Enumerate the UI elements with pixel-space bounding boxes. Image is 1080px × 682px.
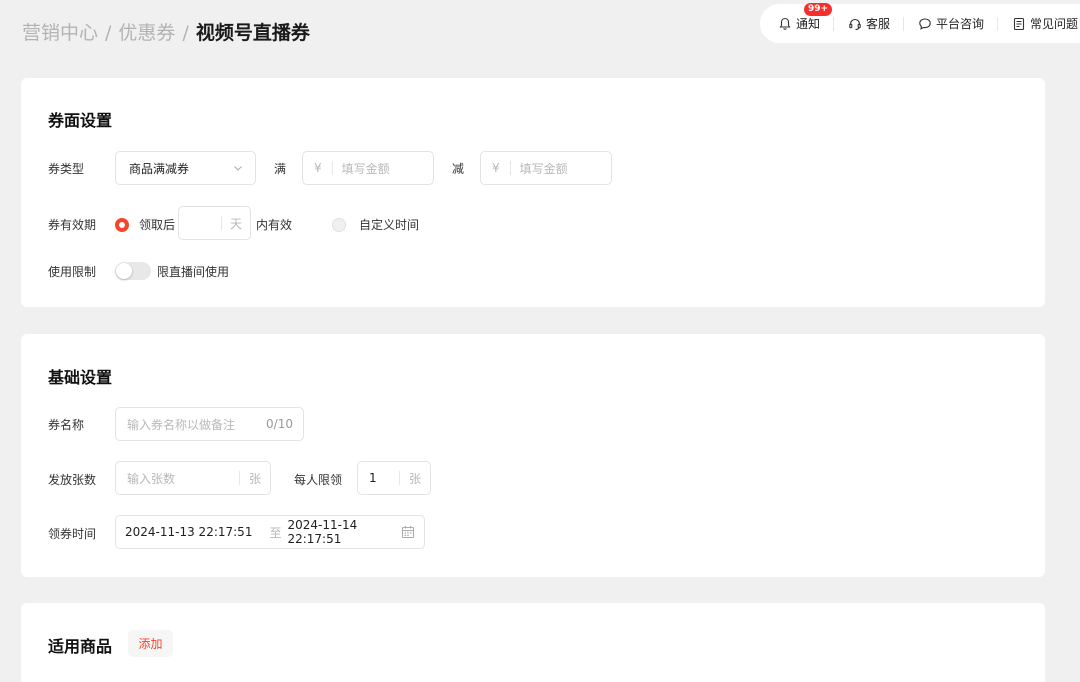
quantity-label: 发放张数 bbox=[48, 473, 97, 487]
coupon-type-select[interactable]: 商品满减券 bbox=[115, 151, 256, 185]
breadcrumb-item-marketing[interactable]: 营销中心 bbox=[22, 22, 98, 44]
claim-time-range-picker[interactable]: 2024-11-13 22:17:51 至 2024-11-14 22:17:5… bbox=[115, 515, 425, 549]
applicable-products-title: 适用商品 bbox=[48, 637, 113, 656]
consult-button[interactable]: 平台咨询 bbox=[918, 15, 999, 32]
days-unit: 天 bbox=[229, 216, 242, 231]
input-divider bbox=[238, 471, 240, 485]
basic-settings-title: 基础设置 bbox=[48, 368, 113, 387]
coupon-face-card: 券面设置 券类型 商品满减券 满 ¥ 填写金额 减 ¥ 填写金额 券有效期 领取… bbox=[21, 78, 1045, 307]
service-button[interactable]: 客服 bbox=[848, 15, 905, 32]
document-icon bbox=[1013, 17, 1025, 30]
minus-amount-input[interactable]: ¥ 填写金额 bbox=[480, 151, 612, 185]
custom-time-label: 自定义时间 bbox=[359, 218, 420, 232]
chevron-down-icon bbox=[234, 166, 242, 171]
breadcrumb-separator: / bbox=[105, 22, 112, 44]
quantity-input[interactable]: 输入张数 张 bbox=[115, 461, 271, 495]
quantity-placeholder: 输入张数 bbox=[127, 471, 176, 486]
input-divider bbox=[331, 161, 333, 175]
radio-after-claim[interactable] bbox=[115, 218, 129, 232]
claim-time-label: 领券时间 bbox=[48, 527, 97, 541]
per-person-input[interactable]: 1 张 bbox=[357, 461, 431, 495]
notify-button[interactable]: 通知 99+ bbox=[778, 3, 835, 32]
full-amount-placeholder: 填写金额 bbox=[341, 161, 390, 176]
full-amount-input[interactable]: ¥ 填写金额 bbox=[302, 151, 434, 185]
restriction-label: 使用限制 bbox=[48, 265, 97, 279]
quantity-unit: 张 bbox=[248, 471, 261, 486]
coupon-face-title: 券面设置 bbox=[48, 111, 113, 130]
coupon-name-placeholder: 输入券名称以做备注 bbox=[127, 417, 236, 432]
coupon-type-selected: 商品满减券 bbox=[129, 161, 190, 176]
calendar-icon bbox=[402, 526, 414, 538]
consult-label: 平台咨询 bbox=[936, 17, 985, 31]
char-counter: 0/10 bbox=[266, 417, 293, 431]
service-label: 客服 bbox=[866, 17, 891, 31]
faq-button[interactable]: 常见问题 bbox=[1012, 15, 1080, 32]
breadcrumb-item-coupons[interactable]: 优惠券 bbox=[118, 22, 175, 44]
coupon-name-label: 券名称 bbox=[48, 418, 85, 432]
per-person-value: 1 bbox=[369, 471, 377, 485]
per-person-label: 每人限领 bbox=[294, 473, 343, 487]
valid-suffix-label: 内有效 bbox=[256, 218, 293, 232]
input-divider bbox=[398, 471, 400, 485]
live-room-toggle[interactable] bbox=[115, 262, 151, 280]
headset-icon bbox=[849, 18, 861, 30]
end-time: 2024-11-14 22:17:51 bbox=[287, 518, 358, 546]
notify-badge: 99+ bbox=[804, 3, 833, 16]
basic-settings-card: 基础设置 券名称 输入券名称以做备注 0/10 发放张数 输入张数 张 每人限领… bbox=[21, 334, 1045, 577]
breadcrumb-separator: / bbox=[182, 22, 189, 44]
coupon-type-label: 券类型 bbox=[48, 162, 85, 176]
applicable-products-card: 适用商品 添加 bbox=[21, 603, 1045, 682]
add-product-button[interactable]: 添加 bbox=[128, 630, 173, 657]
input-divider bbox=[509, 161, 511, 175]
bell-icon bbox=[779, 17, 791, 30]
full-label: 满 bbox=[274, 162, 287, 176]
page: 营销中心 / 优惠券 / 视频号直播券 通知 99+ 客服 平台咨询 常见问题 … bbox=[0, 0, 1080, 682]
range-separator: 至 bbox=[269, 525, 282, 540]
breadcrumb: 营销中心 / 优惠券 / 视频号直播券 bbox=[22, 20, 310, 46]
page-title: 视频号直播券 bbox=[195, 22, 310, 44]
currency-symbol: ¥ bbox=[314, 161, 322, 175]
minus-label: 减 bbox=[452, 162, 465, 176]
radio-custom-time[interactable] bbox=[332, 218, 346, 232]
start-time: 2024-11-13 22:17:51 bbox=[125, 525, 253, 539]
validity-label: 券有效期 bbox=[48, 218, 97, 232]
coupon-name-input[interactable]: 输入券名称以做备注 0/10 bbox=[115, 407, 304, 441]
toggle-knob bbox=[116, 263, 132, 279]
after-claim-label: 领取后 bbox=[139, 218, 176, 232]
valid-days-input[interactable]: 天 bbox=[178, 206, 251, 240]
input-divider bbox=[220, 216, 222, 230]
top-nav: 通知 99+ 客服 平台咨询 常见问题 bbox=[760, 3, 1080, 43]
minus-amount-placeholder: 填写金额 bbox=[519, 161, 568, 176]
chat-bubble-icon bbox=[919, 17, 931, 30]
per-person-unit: 张 bbox=[408, 471, 421, 486]
live-room-only-label: 限直播间使用 bbox=[157, 265, 230, 279]
notify-label: 通知 bbox=[796, 17, 821, 31]
currency-symbol: ¥ bbox=[492, 161, 500, 175]
faq-label: 常见问题 bbox=[1030, 17, 1079, 31]
